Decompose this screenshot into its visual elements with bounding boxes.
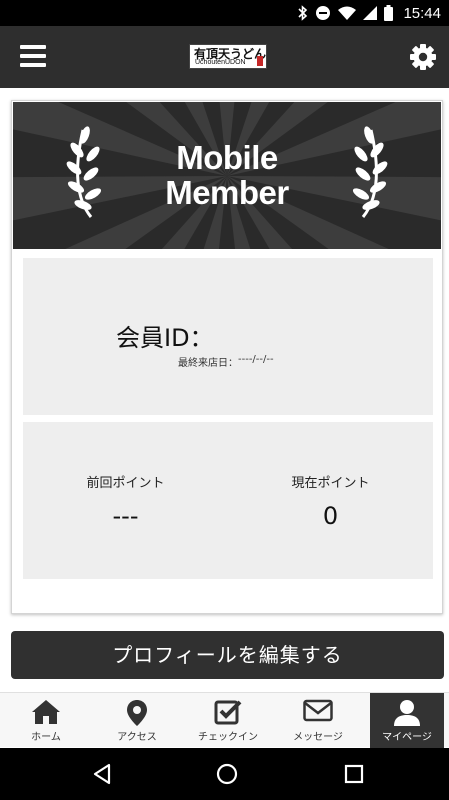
member-id: 会員ID： (116, 318, 214, 353)
banner-title: Mobile Member (13, 140, 441, 210)
previous-points-value: --- (112, 502, 139, 530)
logo-subtext: UchoutenUDON (195, 59, 246, 66)
user-icon (394, 700, 420, 726)
nav-label-access: アクセス (117, 732, 157, 743)
cell-signal-icon (363, 6, 378, 20)
recents-square-icon (344, 764, 364, 784)
do-not-disturb-icon (316, 6, 331, 20)
last-visit-label: 最終来店日： (178, 358, 238, 369)
member-banner: Mobile Member (13, 102, 441, 249)
banner-title-line2: Member (165, 174, 289, 211)
recents-button[interactable] (342, 762, 366, 786)
map-pin-icon (127, 700, 147, 726)
menu-button[interactable] (20, 45, 46, 69)
settings-button[interactable] (409, 43, 437, 71)
nav-label-mypage: マイページ (382, 732, 432, 743)
home-circle-icon (216, 763, 238, 785)
wifi-icon (338, 6, 357, 20)
current-points: 現在ポイント 0 (228, 422, 433, 579)
current-points-value: 0 (322, 502, 339, 530)
nav-label-home: ホーム (31, 732, 61, 743)
current-points-label: 現在ポイント (291, 476, 370, 491)
nav-label-message: メッセージ (293, 732, 343, 743)
banner-title-line1: Mobile (176, 139, 278, 176)
nav-item-access[interactable]: アクセス (92, 693, 182, 748)
last-visit-value: ----/--/-- (238, 354, 274, 365)
home-system-button[interactable] (215, 762, 239, 786)
status-clock: 15:44 (403, 4, 441, 22)
edit-profile-button[interactable]: プロフィールを編集する (11, 631, 444, 679)
status-bar: 15:44 (0, 0, 449, 26)
nav-item-message[interactable]: メッセージ (273, 693, 363, 748)
previous-points: 前回ポイント --- (23, 422, 228, 579)
home-icon (32, 700, 60, 724)
member-card: Mobile Member 会員ID： 最終来店日： ----/--/-- 前回… (11, 100, 443, 614)
hamburger-icon (20, 45, 46, 49)
logo-seal (257, 56, 263, 66)
system-nav-bar (0, 748, 449, 800)
points-panel: 前回ポイント --- 現在ポイント 0 (23, 422, 433, 579)
bottom-nav: ホーム アクセス チェックイン メッセージ マイページ (0, 692, 449, 748)
member-id-panel: 会員ID： 最終来店日： ----/--/-- (23, 258, 433, 415)
battery-icon (384, 5, 394, 21)
checkbox-icon (214, 700, 242, 725)
gear-icon (410, 44, 436, 70)
back-button[interactable] (90, 762, 114, 786)
previous-points-label: 前回ポイント (86, 476, 165, 491)
nav-item-checkin[interactable]: チェックイン (183, 693, 273, 748)
nav-label-checkin: チェックイン (198, 732, 258, 743)
status-icons: 15:44 (298, 4, 441, 22)
member-id-label: 会員ID： (116, 324, 214, 352)
brand-logo[interactable]: 有頂天うどん UchoutenUDON (189, 44, 267, 69)
last-visit: 最終来店日： ----/--/-- (178, 354, 274, 369)
app-bar: 有頂天うどん UchoutenUDON (0, 26, 449, 88)
mail-icon (303, 699, 333, 722)
bluetooth-icon (298, 5, 308, 21)
nav-item-home[interactable]: ホーム (1, 693, 91, 748)
nav-item-mypage[interactable]: マイページ (370, 693, 444, 748)
back-triangle-icon (93, 763, 111, 785)
